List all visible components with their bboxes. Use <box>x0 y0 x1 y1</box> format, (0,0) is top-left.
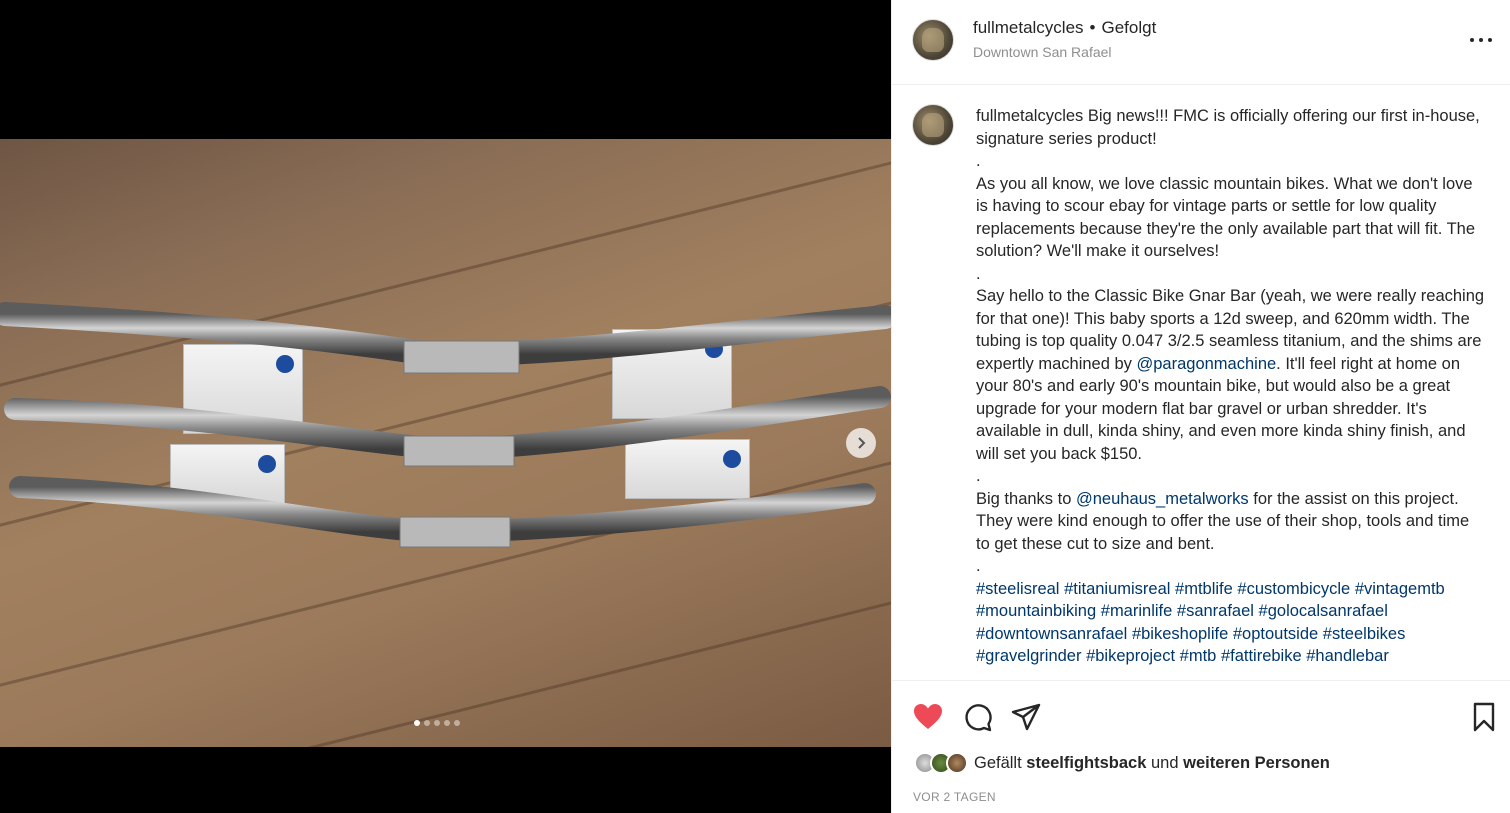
paper-plane-icon[interactable] <box>1010 701 1042 733</box>
separator: • <box>1089 18 1096 37</box>
ellipsis-icon <box>1470 38 1474 42</box>
hashtag-link[interactable]: #golocalsanrafael <box>1259 602 1388 620</box>
bar-clamp <box>403 340 520 374</box>
post-location[interactable]: Downtown San Rafael <box>973 44 1156 60</box>
hashtag-link[interactable]: #bikeproject <box>1086 647 1175 665</box>
chevron-right-icon <box>858 437 866 449</box>
hashtag-link[interactable]: #handlebar <box>1306 647 1389 665</box>
post-media <box>0 0 891 813</box>
hashtag-link[interactable]: #mtblife <box>1175 580 1233 598</box>
hashtag-link[interactable]: #vintagemtb <box>1355 580 1445 598</box>
heart-icon[interactable] <box>912 701 944 733</box>
carousel-dot <box>444 720 450 726</box>
hashtag-link[interactable]: #steelbikes <box>1323 625 1406 643</box>
hashtag-link[interactable]: #titaniumisreal <box>1064 580 1170 598</box>
hashtag-link[interactable]: #bikeshoplife <box>1132 625 1228 643</box>
liker-username[interactable]: steelfightsback <box>1026 754 1146 772</box>
hashtag-link[interactable]: #mountainbiking <box>976 602 1096 620</box>
post-timestamp[interactable]: VOR 2 TAGEN <box>913 790 996 804</box>
author-avatar[interactable] <box>912 19 954 61</box>
bar-clamp <box>403 435 515 467</box>
hashtag-list: #steelisreal #titaniumisreal #mtblife #c… <box>976 578 1486 668</box>
caption-paragraph: As you all know, we love classic mountai… <box>976 174 1476 261</box>
ellipsis-icon <box>1488 38 1492 42</box>
hashtag-link[interactable]: #mtb <box>1180 647 1217 665</box>
action-bar <box>892 680 1510 750</box>
caption-paragraph: Big thanks to <box>976 489 1076 508</box>
hashtag-link[interactable]: #marinlife <box>1101 602 1173 620</box>
hashtag-link[interactable]: #downtownsanrafael <box>976 625 1127 643</box>
likes-summary: Gefällt steelfightsback und weiteren Per… <box>974 754 1330 773</box>
more-options-button[interactable] <box>1470 30 1492 50</box>
hashtag-link[interactable]: #sanrafael <box>1177 602 1254 620</box>
caption-text: fullmetalcycles Big news!!! FMC is offic… <box>976 105 1486 668</box>
post-sidebar: fullmetalcycles • Gefolgt Downtown San Raf… <box>891 0 1510 813</box>
caption-dot: . <box>976 557 981 575</box>
carousel-dot <box>414 720 420 726</box>
comment-icon[interactable] <box>962 701 994 733</box>
next-image-button[interactable] <box>846 428 876 458</box>
follow-status[interactable]: Gefolgt <box>1102 18 1157 37</box>
caption-area: fullmetalcycles Big news!!! FMC is offic… <box>892 86 1510 680</box>
bar-clamp <box>399 516 511 548</box>
author-info: fullmetalcycles • Gefolgt Downtown San Raf… <box>973 18 1156 60</box>
post-header: fullmetalcycles • Gefolgt Downtown San Raf… <box>892 0 1510 85</box>
carousel-dots <box>414 720 460 726</box>
liker-avatar[interactable] <box>946 752 968 774</box>
mention-link[interactable]: @paragonmachine <box>1137 355 1277 373</box>
bookmark-icon[interactable] <box>1468 701 1500 733</box>
post-photo[interactable] <box>0 139 891 747</box>
likes-middle: und <box>1146 753 1184 772</box>
hashtag-link[interactable]: #optoutside <box>1233 625 1318 643</box>
caption-dot: . <box>976 467 981 485</box>
caption-dot: . <box>976 264 981 283</box>
likes-row: Gefällt steelfightsback und weiteren Per… <box>914 752 1330 774</box>
caption-dot: . <box>976 152 981 170</box>
ellipsis-icon <box>1479 38 1483 42</box>
hashtag-link[interactable]: #custombicycle <box>1237 580 1350 598</box>
caption-username[interactable]: fullmetalcycles <box>976 107 1083 125</box>
likes-prefix: Gefällt <box>974 753 1027 772</box>
carousel-dot <box>434 720 440 726</box>
hashtag-link[interactable]: #gravelgrinder <box>976 647 1081 665</box>
carousel-dot <box>424 720 430 726</box>
caption-author-avatar[interactable] <box>912 104 954 146</box>
mention-link[interactable]: @neuhaus_metalworks <box>1076 490 1249 508</box>
hashtag-link[interactable]: #steelisreal <box>976 580 1059 598</box>
hashtag-link[interactable]: #fattirebike <box>1221 647 1302 665</box>
likes-others-link[interactable]: weiteren Personen <box>1183 754 1330 772</box>
carousel-dot <box>454 720 460 726</box>
handlebars-illustration <box>0 302 891 548</box>
author-username[interactable]: fullmetalcycles <box>973 18 1084 37</box>
